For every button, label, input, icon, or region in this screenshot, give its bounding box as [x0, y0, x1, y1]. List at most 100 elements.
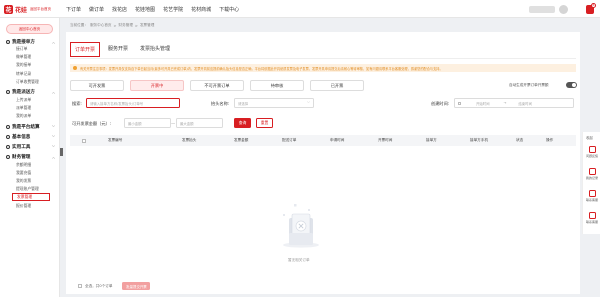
- status-tab[interactable]: 不可开票订单: [190, 80, 244, 91]
- chevron-down-icon: ﹀: [306, 101, 310, 105]
- back-to-platform-link[interactable]: 返回平台首页: [30, 7, 51, 12]
- tabs: 订单开票 服务开票 发票抬头管理: [70, 42, 178, 57]
- sidebar-item[interactable]: 上传派单: [16, 96, 54, 104]
- home-center-button[interactable]: 返回中心首页: [6, 24, 53, 34]
- sidebar-item[interactable]: 我的派单: [16, 112, 54, 120]
- search-label: 搜索:: [72, 101, 82, 106]
- logo-mark: 花: [4, 4, 13, 14]
- sidebar-item[interactable]: 派单管理: [16, 104, 54, 112]
- calendar-icon: [458, 101, 461, 105]
- rightbar-collapse[interactable]: 收起: [586, 135, 593, 140]
- chart-icon: [6, 125, 10, 129]
- tab-service-invoice[interactable]: 服务开票: [104, 42, 132, 57]
- top-bar: 花 花娃 返回平台首页 下订单 做订单 找花店 花娃地图 花艺学院 花材商城 下…: [0, 0, 600, 18]
- min-amount-input[interactable]: 最小金额: [124, 118, 171, 128]
- status-tab[interactable]: 待审核: [250, 80, 304, 91]
- column-header: 开票时间: [378, 138, 393, 142]
- sidebar-group-sender[interactable]: 我是派送方 ︿: [6, 89, 59, 96]
- column-header: 申请时间: [330, 138, 345, 142]
- status-tab[interactable]: 可开发票: [70, 80, 124, 91]
- chevron-down-icon: ﹀: [52, 135, 56, 139]
- status-tabs: 可开发票 开票中 不可开票订单 待审核 已开票: [70, 80, 370, 91]
- column-header: 接单方手机: [470, 138, 488, 142]
- sidebar-item[interactable]: 我的发票: [16, 177, 54, 185]
- selected-count-text: 全选，共0个订单: [85, 283, 113, 288]
- username-blurred[interactable]: [529, 5, 555, 13]
- notification-bell-icon[interactable]: 6: [586, 2, 596, 14]
- topnav-item[interactable]: 找花店: [112, 6, 127, 13]
- sidebar-group-label: 基本信息: [12, 135, 31, 140]
- topnav-item[interactable]: 花艺学院: [163, 6, 183, 13]
- sidebar-group-settlement[interactable]: 我是平台结算 ﹀: [6, 124, 59, 131]
- sidebar-group-label: 实用工具: [12, 145, 31, 150]
- column-header: 发票金额: [234, 138, 249, 142]
- date-range-arrow: →: [503, 101, 507, 105]
- start-date-placeholder: 开始时间: [476, 101, 490, 106]
- title-name-label: 抬头名称:: [211, 101, 230, 106]
- breadcrumb: 当前位置： 服务中心首页 > 财务管理 > 发票管理: [70, 22, 156, 29]
- column-header: 操作: [546, 138, 554, 142]
- topnav-item[interactable]: 花娃地图: [135, 6, 155, 13]
- main-panel: 订单开票 服务开票 发票抬头管理 有关开票注意事项：发票开具仅支持自下单日起当月…: [66, 32, 580, 294]
- breadcrumb-separator: >: [113, 23, 117, 28]
- records-item[interactable]: 我的记录: [584, 168, 600, 180]
- sidebar-group-receiver[interactable]: 我是接单方 ︿: [6, 38, 59, 45]
- max-amount-input[interactable]: 最大金额: [176, 118, 223, 128]
- tab-invoice-title-management[interactable]: 发票抬头管理: [136, 42, 174, 57]
- breadcrumb-current: 发票管理: [139, 23, 155, 27]
- sidebar-item[interactable]: 我要充值: [16, 169, 54, 177]
- sidebar-item[interactable]: 接订单: [16, 45, 54, 53]
- date-range-picker[interactable]: 开始时间 → 结束时间: [454, 98, 574, 108]
- breadcrumb-link[interactable]: 服务中心首页: [90, 23, 112, 28]
- min-amount-placeholder: 最小金额: [128, 121, 142, 126]
- avatar[interactable]: [559, 4, 568, 14]
- topnav-item[interactable]: 花材商城: [191, 6, 211, 13]
- tab-order-invoice[interactable]: 订单开票: [70, 42, 101, 57]
- column-header: 状态: [516, 138, 524, 142]
- user-icon: [6, 39, 10, 44]
- sidebar-item-invoice-management[interactable]: 发票管理: [12, 193, 50, 202]
- sidebar-item[interactable]: 报价管理: [16, 201, 54, 209]
- edit-icon: [588, 146, 596, 153]
- sidebar-group-label: 我是平台结算: [12, 125, 40, 130]
- sidebar-item[interactable]: 做单管理: [16, 53, 54, 61]
- sidebar-group-basic-info[interactable]: 基本信息 ﹀: [6, 134, 59, 141]
- created-time-label: 创建时间:: [431, 101, 450, 106]
- chevron-down-icon: ﹀: [52, 145, 56, 149]
- reset-button[interactable]: 重置: [256, 118, 273, 128]
- brand-logo[interactable]: 花 花娃 返回平台首页: [4, 3, 51, 15]
- search-button[interactable]: 查询: [234, 118, 251, 128]
- topnav-item[interactable]: 下订单: [66, 6, 81, 13]
- sidebar-group-finance[interactable]: 财务管理 ︿: [6, 154, 59, 161]
- notice-text: 有关开票注意事项：发票开具仅支持自下单日起当月(最多可开具已完成订单)内，发票开…: [80, 66, 443, 71]
- sidebar-item[interactable]: 订单收费管理: [16, 78, 54, 86]
- status-tab[interactable]: 已开票: [310, 80, 364, 91]
- footer-select-all-checkbox[interactable]: [78, 284, 82, 288]
- search-placeholder: 请输入接单方名称/发票抬头/订单号: [90, 101, 144, 106]
- sidebar-item[interactable]: 余额明细: [16, 161, 54, 169]
- topnav-item[interactable]: 做订单: [89, 6, 104, 13]
- sidebar-group-label: 我是接单方: [12, 39, 35, 45]
- contact-item[interactable]: 联系客服: [584, 212, 600, 224]
- title-name-select[interactable]: 请选择 ﹀: [234, 98, 314, 108]
- sidebar-item[interactable]: 提现账户管理: [16, 185, 54, 193]
- search-input[interactable]: 请输入接单方名称/发票抬头/订单号: [86, 98, 180, 108]
- sidebar-collapse-handle[interactable]: [60, 148, 63, 156]
- record-icon: [588, 168, 596, 175]
- select-all-checkbox[interactable]: [82, 138, 86, 143]
- topnav-item[interactable]: 下载中心: [219, 6, 239, 13]
- column-header: 发票抬头: [182, 138, 197, 142]
- sidebar: 返回中心首页 我是接单方 ︿ 接订单 做单管理 我的接单 转单记录 订单收费管理…: [0, 18, 60, 297]
- sidebar-group-tools[interactable]: 实用工具 ﹀: [6, 144, 59, 151]
- sidebar-item[interactable]: 转单记录: [16, 70, 54, 78]
- batch-submit-button[interactable]: 批量提交开票: [122, 282, 151, 290]
- breadcrumb-link[interactable]: 财务管理: [119, 23, 133, 28]
- chevron-down-icon: ﹀: [52, 125, 56, 129]
- auto-generate-toggle[interactable]: [566, 82, 577, 88]
- sidebar-item[interactable]: 我的接单: [16, 61, 54, 69]
- status-tab-active[interactable]: 开票中: [130, 80, 184, 91]
- feedback-item[interactable]: 问题反馈: [584, 146, 600, 158]
- customer-service-item[interactable]: 联系客服: [584, 190, 600, 202]
- tools-icon: [6, 145, 10, 149]
- title-select-placeholder: 请选择: [238, 101, 249, 106]
